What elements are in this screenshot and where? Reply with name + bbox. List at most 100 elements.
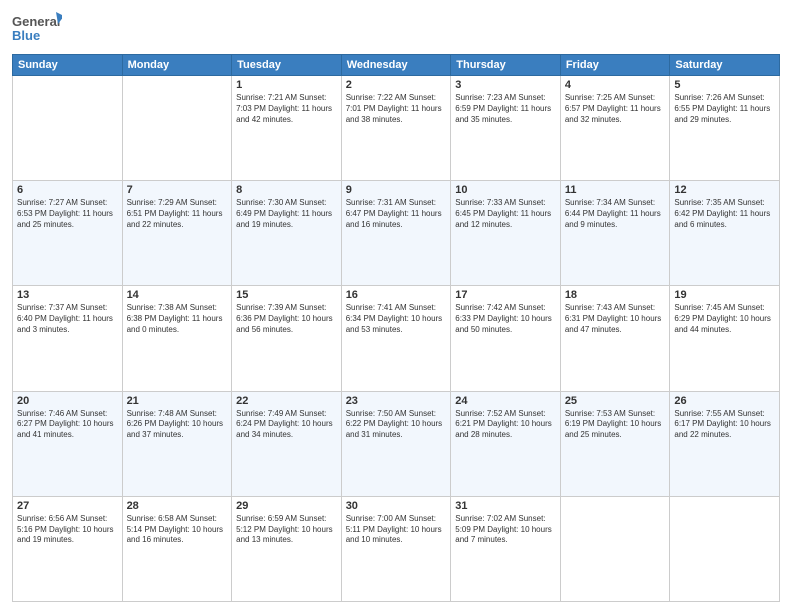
- day-info: Sunrise: 7:23 AM Sunset: 6:59 PM Dayligh…: [455, 93, 556, 125]
- week-row-4: 27Sunrise: 6:56 AM Sunset: 5:16 PM Dayli…: [13, 496, 780, 601]
- day-number: 7: [127, 184, 228, 196]
- day-info: Sunrise: 7:27 AM Sunset: 6:53 PM Dayligh…: [17, 198, 118, 230]
- day-number: 10: [455, 184, 556, 196]
- day-number: 6: [17, 184, 118, 196]
- calendar-cell: 11 Sunrise: 7:34 AM Sunset: 6:44 PM Dayli…: [560, 181, 670, 286]
- day-info: Sunrise: 7:26 AM Sunset: 6:55 PM Dayligh…: [674, 93, 775, 125]
- day-number: 19: [674, 289, 775, 301]
- day-info: Sunrise: 6:56 AM Sunset: 5:16 PM Dayligh…: [17, 514, 118, 546]
- calendar-cell: 18 Sunrise: 7:43 AM Sunset: 6:31 PM Dayli…: [560, 286, 670, 391]
- day-info: Sunrise: 7:22 AM Sunset: 7:01 PM Dayligh…: [346, 93, 447, 125]
- calendar-cell: [122, 76, 232, 181]
- weekday-monday: Monday: [122, 55, 232, 76]
- weekday-sunday: Sunday: [13, 55, 123, 76]
- day-number: 16: [346, 289, 447, 301]
- day-number: 15: [236, 289, 337, 301]
- page: General Blue SundayMondayTuesdayWednesda…: [0, 0, 792, 612]
- day-number: 30: [346, 500, 447, 512]
- day-info: Sunrise: 7:21 AM Sunset: 7:03 PM Dayligh…: [236, 93, 337, 125]
- week-row-2: 13 Sunrise: 7:37 AM Sunset: 6:40 PM Dayli…: [13, 286, 780, 391]
- calendar-cell: 9 Sunrise: 7:31 AM Sunset: 6:47 PM Daylig…: [341, 181, 451, 286]
- weekday-thursday: Thursday: [451, 55, 561, 76]
- day-number: 28: [127, 500, 228, 512]
- day-number: 24: [455, 395, 556, 407]
- calendar-cell: 4 Sunrise: 7:25 AM Sunset: 6:57 PM Daylig…: [560, 76, 670, 181]
- calendar-cell: 31 Sunrise: 7:02 AM Sunset: 5:09 PM Dayli…: [451, 496, 561, 601]
- calendar-cell: 16 Sunrise: 7:41 AM Sunset: 6:34 PM Dayli…: [341, 286, 451, 391]
- day-info: Sunrise: 7:37 AM Sunset: 6:40 PM Dayligh…: [17, 303, 118, 335]
- day-info: Sunrise: 7:48 AM Sunset: 6:26 PM Dayligh…: [127, 409, 228, 441]
- day-number: 25: [565, 395, 666, 407]
- calendar-cell: [670, 496, 780, 601]
- day-number: 18: [565, 289, 666, 301]
- day-info: Sunrise: 6:58 AM Sunset: 5:14 PM Dayligh…: [127, 514, 228, 546]
- day-info: Sunrise: 7:49 AM Sunset: 6:24 PM Dayligh…: [236, 409, 337, 441]
- calendar-cell: 27Sunrise: 6:56 AM Sunset: 5:16 PM Dayli…: [13, 496, 123, 601]
- week-row-1: 6 Sunrise: 7:27 AM Sunset: 6:53 PM Daylig…: [13, 181, 780, 286]
- day-info: Sunrise: 7:34 AM Sunset: 6:44 PM Dayligh…: [565, 198, 666, 230]
- day-number: 4: [565, 79, 666, 91]
- calendar-cell: 15 Sunrise: 7:39 AM Sunset: 6:36 PM Dayli…: [232, 286, 342, 391]
- calendar-table: SundayMondayTuesdayWednesdayThursdayFrid…: [12, 54, 780, 602]
- day-info: Sunrise: 7:02 AM Sunset: 5:09 PM Dayligh…: [455, 514, 556, 546]
- day-info: Sunrise: 7:43 AM Sunset: 6:31 PM Dayligh…: [565, 303, 666, 335]
- calendar-cell: 8Sunrise: 7:30 AM Sunset: 6:49 PM Daylig…: [232, 181, 342, 286]
- logo: General Blue: [12, 10, 62, 48]
- day-info: Sunrise: 7:31 AM Sunset: 6:47 PM Dayligh…: [346, 198, 447, 230]
- calendar-cell: 26Sunrise: 7:55 AM Sunset: 6:17 PM Dayli…: [670, 391, 780, 496]
- calendar-cell: 21 Sunrise: 7:48 AM Sunset: 6:26 PM Dayli…: [122, 391, 232, 496]
- svg-text:Blue: Blue: [12, 28, 40, 43]
- calendar-cell: 28 Sunrise: 6:58 AM Sunset: 5:14 PM Dayli…: [122, 496, 232, 601]
- day-number: 5: [674, 79, 775, 91]
- day-number: 22: [236, 395, 337, 407]
- calendar-cell: 25 Sunrise: 7:53 AM Sunset: 6:19 PM Dayli…: [560, 391, 670, 496]
- calendar-cell: [13, 76, 123, 181]
- calendar-cell: 29 Sunrise: 6:59 AM Sunset: 5:12 PM Dayli…: [232, 496, 342, 601]
- day-number: 13: [17, 289, 118, 301]
- day-info: Sunrise: 7:53 AM Sunset: 6:19 PM Dayligh…: [565, 409, 666, 441]
- day-number: 8: [236, 184, 337, 196]
- calendar-cell: 22 Sunrise: 7:49 AM Sunset: 6:24 PM Dayli…: [232, 391, 342, 496]
- day-number: 29: [236, 500, 337, 512]
- day-info: Sunrise: 7:45 AM Sunset: 6:29 PM Dayligh…: [674, 303, 775, 335]
- day-info: Sunrise: 7:25 AM Sunset: 6:57 PM Dayligh…: [565, 93, 666, 125]
- calendar-cell: 6 Sunrise: 7:27 AM Sunset: 6:53 PM Daylig…: [13, 181, 123, 286]
- calendar-cell: 24 Sunrise: 7:52 AM Sunset: 6:21 PM Dayli…: [451, 391, 561, 496]
- day-info: Sunrise: 7:38 AM Sunset: 6:38 PM Dayligh…: [127, 303, 228, 335]
- weekday-friday: Friday: [560, 55, 670, 76]
- day-info: Sunrise: 7:39 AM Sunset: 6:36 PM Dayligh…: [236, 303, 337, 335]
- day-info: Sunrise: 7:46 AM Sunset: 6:27 PM Dayligh…: [17, 409, 118, 441]
- day-number: 20: [17, 395, 118, 407]
- day-info: Sunrise: 7:50 AM Sunset: 6:22 PM Dayligh…: [346, 409, 447, 441]
- svg-text:General: General: [12, 14, 60, 29]
- weekday-header-row: SundayMondayTuesdayWednesdayThursdayFrid…: [13, 55, 780, 76]
- calendar-cell: 10 Sunrise: 7:33 AM Sunset: 6:45 PM Dayli…: [451, 181, 561, 286]
- day-number: 17: [455, 289, 556, 301]
- day-number: 1: [236, 79, 337, 91]
- day-info: Sunrise: 7:33 AM Sunset: 6:45 PM Dayligh…: [455, 198, 556, 230]
- header: General Blue: [12, 10, 780, 48]
- day-number: 9: [346, 184, 447, 196]
- calendar-cell: 13 Sunrise: 7:37 AM Sunset: 6:40 PM Dayli…: [13, 286, 123, 391]
- calendar-cell: 30 Sunrise: 7:00 AM Sunset: 5:11 PM Dayli…: [341, 496, 451, 601]
- day-number: 14: [127, 289, 228, 301]
- week-row-0: 1 Sunrise: 7:21 AM Sunset: 7:03 PM Daylig…: [13, 76, 780, 181]
- day-info: Sunrise: 7:00 AM Sunset: 5:11 PM Dayligh…: [346, 514, 447, 546]
- day-number: 31: [455, 500, 556, 512]
- day-number: 3: [455, 79, 556, 91]
- day-number: 11: [565, 184, 666, 196]
- calendar-cell: 19 Sunrise: 7:45 AM Sunset: 6:29 PM Dayli…: [670, 286, 780, 391]
- calendar-cell: 14 Sunrise: 7:38 AM Sunset: 6:38 PM Dayli…: [122, 286, 232, 391]
- day-info: Sunrise: 7:55 AM Sunset: 6:17 PM Dayligh…: [674, 409, 775, 441]
- calendar-cell: 17Sunrise: 7:42 AM Sunset: 6:33 PM Dayli…: [451, 286, 561, 391]
- calendar-cell: 1 Sunrise: 7:21 AM Sunset: 7:03 PM Daylig…: [232, 76, 342, 181]
- calendar-cell: 20 Sunrise: 7:46 AM Sunset: 6:27 PM Dayli…: [13, 391, 123, 496]
- day-info: Sunrise: 7:52 AM Sunset: 6:21 PM Dayligh…: [455, 409, 556, 441]
- day-number: 2: [346, 79, 447, 91]
- day-number: 12: [674, 184, 775, 196]
- day-number: 21: [127, 395, 228, 407]
- day-info: Sunrise: 6:59 AM Sunset: 5:12 PM Dayligh…: [236, 514, 337, 546]
- logo-svg: General Blue: [12, 10, 62, 48]
- day-info: Sunrise: 7:41 AM Sunset: 6:34 PM Dayligh…: [346, 303, 447, 335]
- day-number: 23: [346, 395, 447, 407]
